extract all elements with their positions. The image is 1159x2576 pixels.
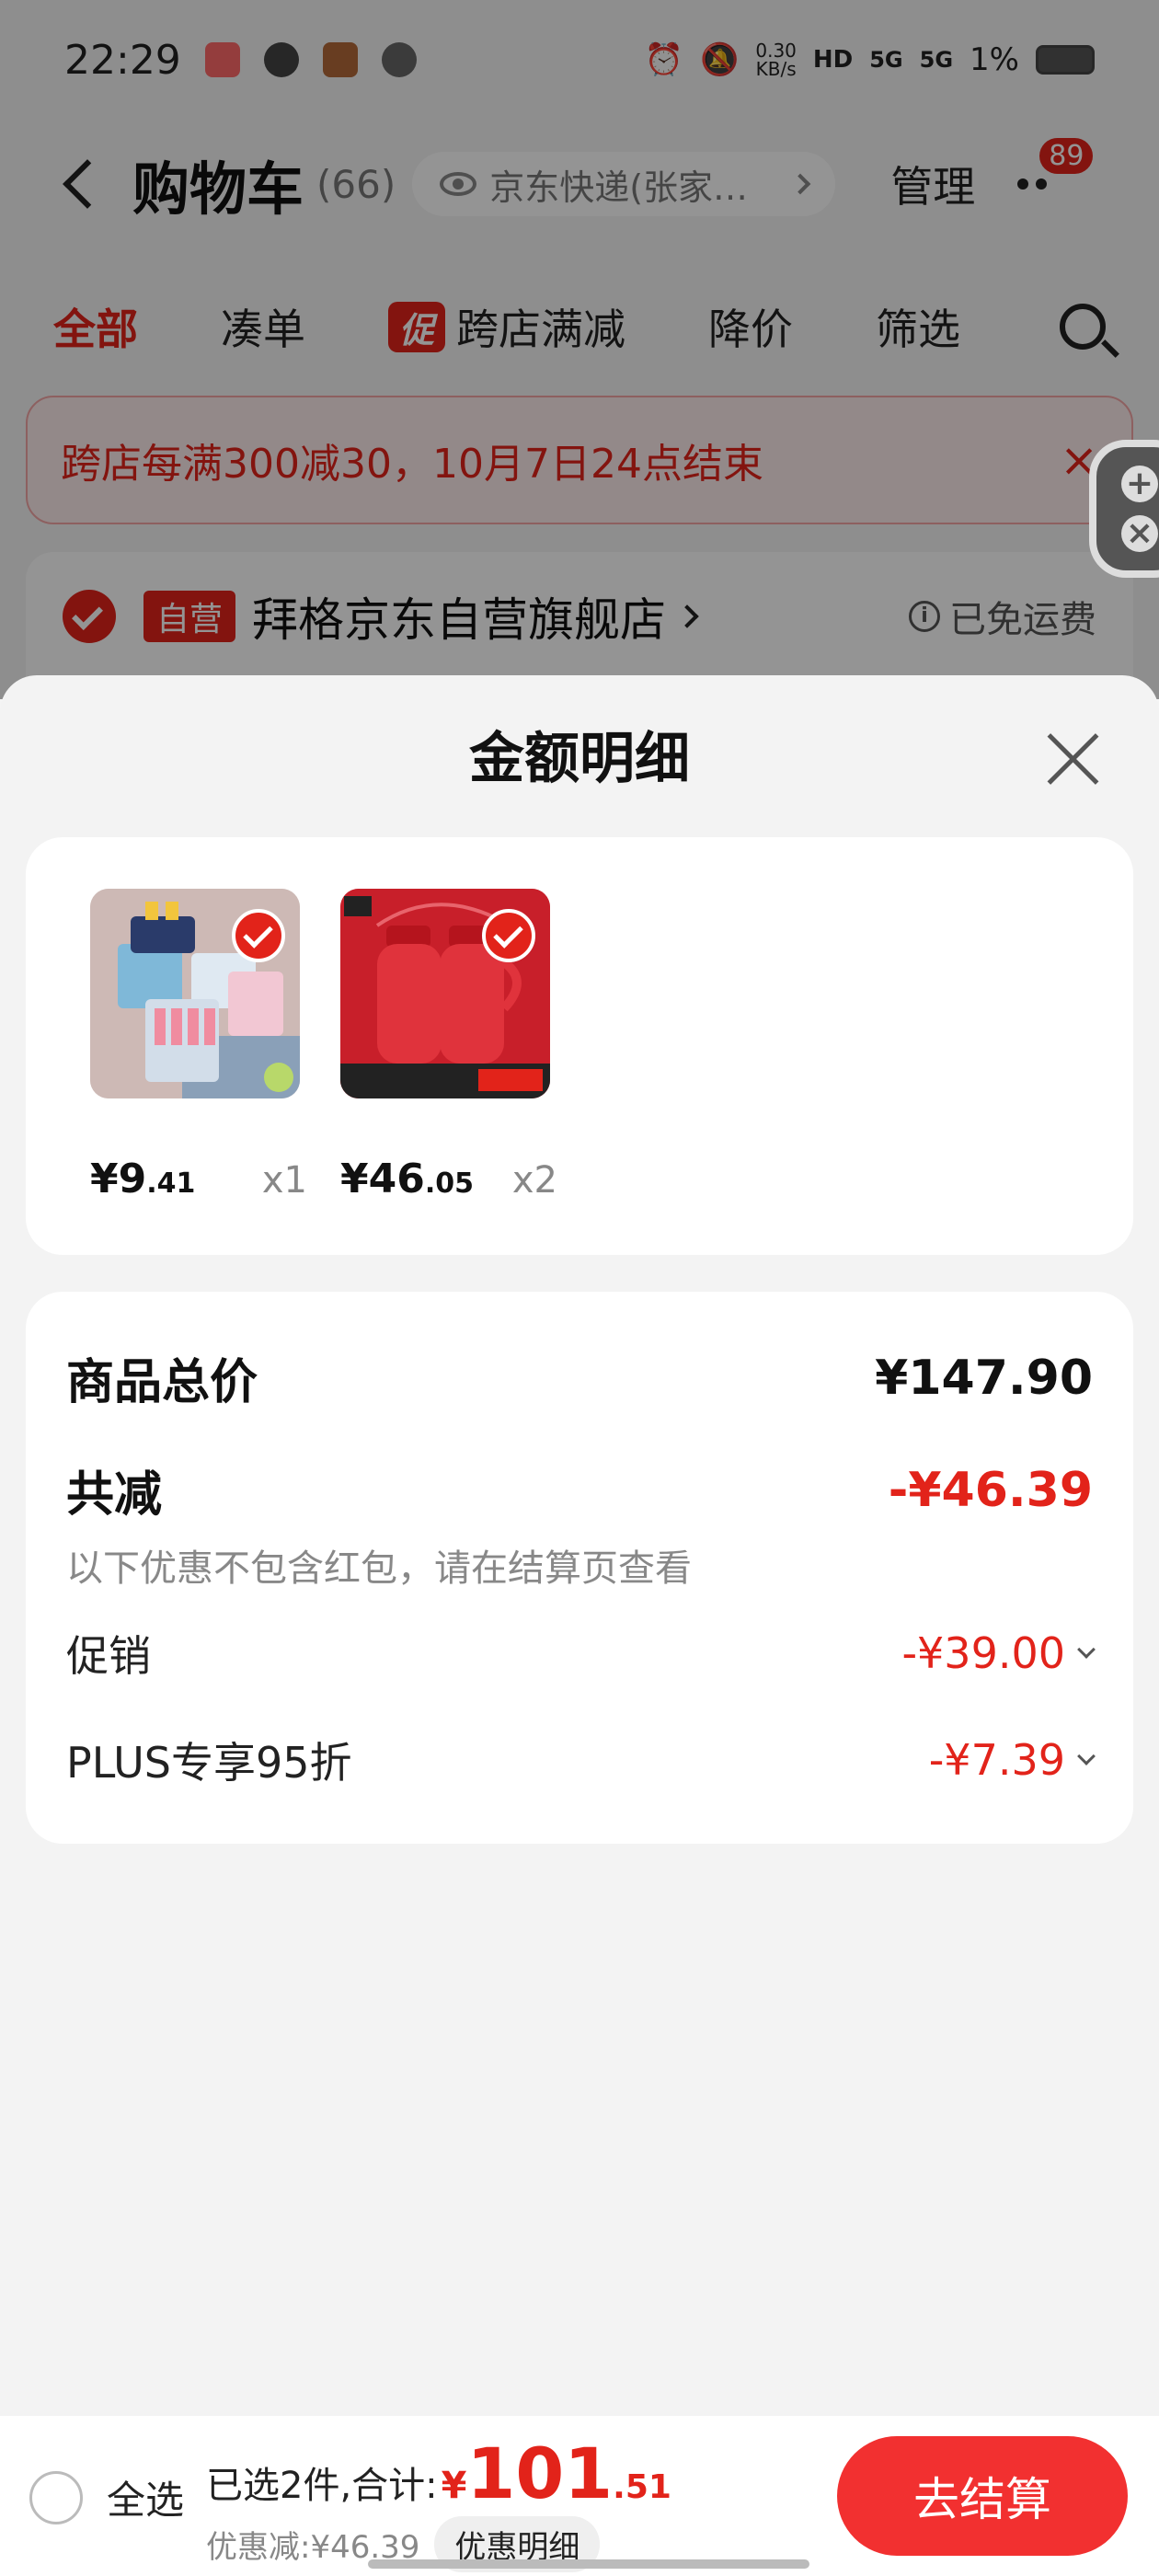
product-price-decimal: .05: [424, 1167, 475, 1200]
selected-check-icon: [482, 909, 535, 962]
select-all-toggle[interactable]: 全选: [29, 2469, 184, 2525]
promotion-value-wrap: -¥39.00: [901, 1628, 1096, 1678]
total-amount-decimal: .51: [613, 2468, 671, 2506]
currency-symbol: ¥: [441, 2465, 467, 2507]
close-icon[interactable]: [1045, 729, 1104, 788]
floating-toolbar[interactable]: + ×: [1089, 440, 1159, 578]
reduction-note: 以下优惠不包含红包，请在结算页查看: [66, 1547, 692, 1590]
selected-products: ¥9 .41 x1 ¥46 .05 x2: [26, 837, 1133, 1255]
plus-discount-label: PLUS专享95折: [66, 1738, 352, 1788]
total-price-row: 商品总价 ¥147.90: [66, 1343, 1093, 1412]
price-summary: 商品总价 ¥147.90 共减 -¥46.39 以下优惠不包含红包，请在结算页查…: [26, 1292, 1133, 1844]
product-item[interactable]: ¥46 .05 x2: [340, 889, 557, 1202]
checkout-button[interactable]: 去结算: [837, 2436, 1128, 2556]
total-reduction-row: 共减 -¥46.39: [66, 1455, 1093, 1524]
product-quantity: x1: [261, 1159, 307, 1202]
home-indicator[interactable]: [368, 2559, 809, 2569]
product-price: ¥46: [340, 1156, 425, 1202]
checkout-bar: 全选 已选2件,合计: ¥ 101 .51 优惠减:¥46.39 优惠明细 去结…: [0, 2416, 1159, 2576]
total-reduction-value: -¥46.39: [888, 1462, 1093, 1518]
total-price-label: 商品总价: [66, 1355, 258, 1410]
sheet-title: 金额明细: [469, 726, 690, 791]
cart-totals: 已选2件,合计: ¥ 101 .51 优惠减:¥46.39 优惠明细: [206, 2432, 671, 2572]
promotion-label: 促销: [66, 1631, 151, 1681]
product-quantity: x2: [511, 1159, 557, 1202]
product-price: ¥9: [90, 1156, 147, 1202]
product-price-row: ¥46 .05 x2: [340, 1156, 557, 1202]
reduction-note-row: 以下优惠不包含红包，请在结算页查看: [66, 1538, 1093, 1592]
product-image: [90, 889, 300, 1098]
plus-discount-row[interactable]: PLUS专享95折 -¥7.39: [66, 1730, 1096, 1790]
select-all-checkbox[interactable]: [29, 2470, 83, 2524]
amount-detail-sheet: 金额明细 ¥9 .41 x1 ¥46 .05 x2 商品总价 ¥147.90 共…: [0, 675, 1159, 2576]
chevron-down-icon[interactable]: [1077, 1640, 1096, 1659]
modal-backdrop[interactable]: [0, 0, 1159, 699]
promotion-value: -¥39.00: [901, 1628, 1065, 1678]
chevron-down-icon[interactable]: [1077, 1747, 1096, 1765]
plus-icon[interactable]: +: [1121, 466, 1158, 502]
sheet-header: 金额明细: [0, 675, 1159, 832]
total-line: 已选2件,合计: ¥ 101 .51: [206, 2432, 671, 2514]
product-price-decimal: .41: [146, 1167, 196, 1200]
plus-discount-value-wrap: -¥7.39: [928, 1735, 1096, 1785]
product-item[interactable]: ¥9 .41 x1: [90, 889, 307, 1202]
total-price-value: ¥147.90: [875, 1350, 1093, 1406]
selected-check-icon: [232, 909, 285, 962]
product-image: [340, 889, 550, 1098]
product-price-row: ¥9 .41 x1: [90, 1156, 307, 1202]
total-amount: 101: [466, 2432, 614, 2514]
select-all-label: 全选: [107, 2478, 185, 2523]
total-reduction-label: 共减: [66, 1467, 163, 1523]
selected-count-label: 已选2件,合计:: [206, 2465, 438, 2507]
close-icon[interactable]: ×: [1121, 515, 1158, 552]
promotion-row[interactable]: 促销 -¥39.00: [66, 1623, 1096, 1684]
plus-discount-value: -¥7.39: [928, 1735, 1065, 1785]
